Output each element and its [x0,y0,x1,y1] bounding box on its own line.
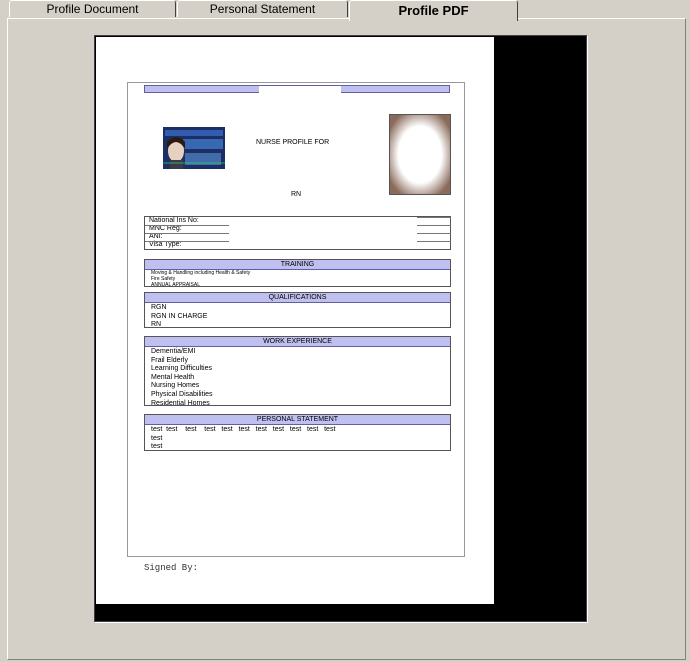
info-line [417,233,451,234]
document-title: NURSE PROFILE FOR [256,139,330,146]
statement-line: test [151,443,163,451]
list-item: Dementia/EMI [151,348,196,355]
profile-photo [389,114,451,195]
list-item: Mental Health [151,373,195,381]
logo-image [163,127,225,169]
signed-by-label: Signed By: [144,563,199,573]
tab-profile-pdf[interactable]: Profile PDF [349,0,518,21]
info-label-visa-type: Visa Type: [149,241,182,248]
training-heading: TRAINING [145,260,450,270]
info-line [417,217,451,218]
list-item: Nursing Homes [151,382,200,390]
list-item: RGN [151,304,167,311]
info-line [145,241,229,242]
tab-profile-document[interactable]: Profile Document [9,0,176,17]
info-line [145,233,229,234]
header-bar-gap [259,85,341,93]
info-label-ani: ANI: [149,233,163,240]
work-experience-section: WORK EXPERIENCE Dementia/EMI Frail Elder… [144,336,451,407]
qualifications-heading: QUALIFICATIONS [145,293,450,303]
info-label-mnc-reg: MNC Reg: [149,225,182,232]
training-section: TRAINING Moving & Handling including Hea… [144,259,451,288]
info-line [417,225,451,226]
tab-personal-statement[interactable]: Personal Statement [177,0,348,17]
list-item: RN [151,321,162,329]
statement-line: test test test test test test test test … [151,426,336,433]
statement-line: test [151,434,163,442]
list-item: Residential Homes [151,399,210,407]
info-label-national-ins: National Ins No: [149,217,199,224]
list-item: ANNUAL APPRAISAL [151,282,201,288]
list-item: Physical Disabilities [151,390,213,398]
list-item: RGN IN CHARGE [151,312,208,320]
document-subtitle: RN [291,191,302,198]
personal-statement-heading: PERSONAL STATEMENT [145,415,450,425]
tab-bar: Profile Document Personal Statement Prof… [0,0,690,21]
info-line [145,225,229,226]
list-item: Learning Difficulties [151,365,212,373]
qualifications-section: QUALIFICATIONS RGN RGN IN CHARGE RN [144,292,451,328]
personal-statement-section: PERSONAL STATEMENT test test test test t… [144,414,451,451]
info-line [417,241,451,242]
work-experience-heading: WORK EXPERIENCE [145,337,450,347]
info-table: National Ins No: MNC Reg: ANI: Visa Type… [144,216,451,250]
list-item: Frail Elderly [151,356,188,364]
